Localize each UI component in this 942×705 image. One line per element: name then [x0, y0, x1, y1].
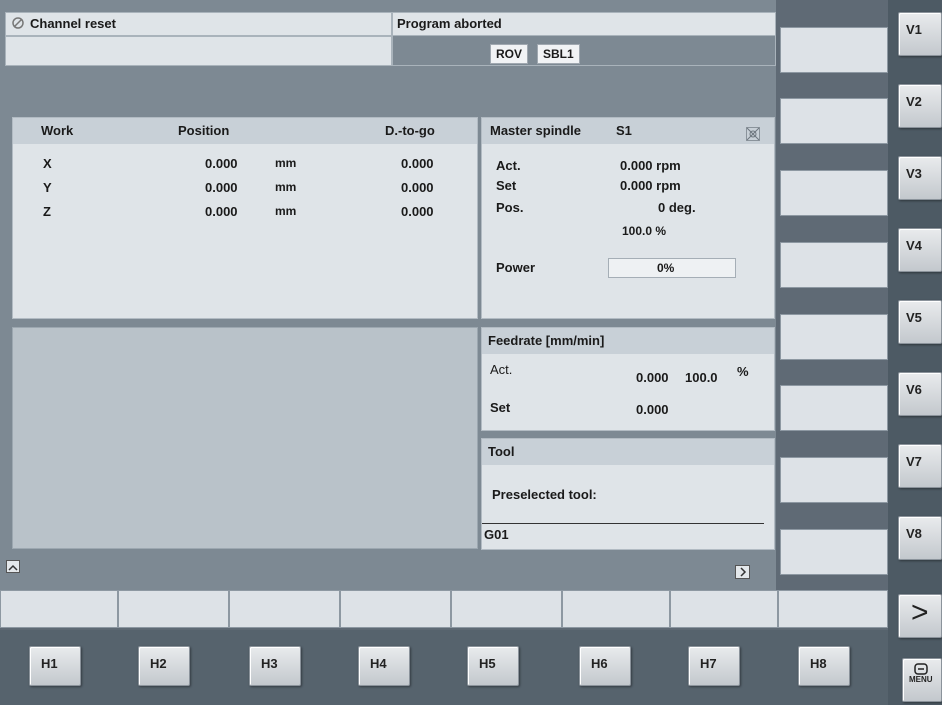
- v3-key[interactable]: V3: [898, 156, 942, 200]
- spindle-panel-header: Master spindle S1: [482, 118, 774, 144]
- h7-key[interactable]: H7: [688, 646, 740, 686]
- axis-position: 0.000: [205, 180, 238, 195]
- spindle-pos-label: Pos.: [496, 200, 524, 215]
- preselected-tool-label: Preselected tool:: [492, 487, 597, 502]
- next-key[interactable]: >: [898, 594, 942, 638]
- h1-key[interactable]: H1: [29, 646, 81, 686]
- horizontal-softkey-4[interactable]: [340, 590, 451, 628]
- v8-key[interactable]: V8: [898, 516, 942, 560]
- feed-set-label: Set: [490, 400, 511, 415]
- vertical-softkey-7[interactable]: [780, 457, 888, 503]
- spindle-title: Master spindle: [490, 123, 582, 138]
- axis-unit: mm: [275, 180, 297, 194]
- status-bar: Channel reset: [5, 12, 392, 36]
- h8-key[interactable]: H8: [798, 646, 850, 686]
- scroll-right-icon[interactable]: [735, 565, 750, 579]
- sbl1-chip: SBL1: [537, 44, 580, 64]
- h4-key[interactable]: H4: [358, 646, 410, 686]
- spindle-name: S1: [616, 123, 632, 138]
- horizontal-softkey-6[interactable]: [562, 590, 670, 628]
- menu-select-key[interactable]: MENU: [902, 658, 942, 702]
- axis-dtg: 0.000: [401, 204, 434, 219]
- axis-dtg: 0.000: [401, 180, 434, 195]
- v5-key[interactable]: V5: [898, 300, 942, 344]
- feed-set-value: 0.000: [636, 402, 669, 417]
- spindle-power-label: Power: [496, 260, 536, 275]
- program-status-lower: [392, 36, 776, 66]
- menu-label: MENU: [909, 675, 933, 684]
- horizontal-softkey-5[interactable]: [451, 590, 562, 628]
- feed-act-override: 100.0: [685, 370, 718, 385]
- v4-key[interactable]: V4: [898, 228, 942, 272]
- tool-header: Tool: [482, 439, 774, 465]
- axis-dtg: 0.000: [401, 156, 434, 171]
- axis-label: X: [43, 156, 52, 171]
- vertical-softkey-4[interactable]: [780, 242, 888, 288]
- feed-percent: %: [737, 364, 749, 379]
- h2-key[interactable]: H2: [138, 646, 190, 686]
- work-header: Work: [41, 123, 74, 138]
- horizontal-softkey-3[interactable]: [229, 590, 340, 628]
- reset-icon: [12, 17, 24, 29]
- feed-act-label: Act.: [490, 362, 513, 377]
- h6-key[interactable]: H6: [579, 646, 631, 686]
- tool-divider: [482, 523, 764, 524]
- tool-panel: Tool Preselected tool: G01: [481, 438, 775, 550]
- spindle-act-label: Act.: [496, 158, 521, 173]
- horizontal-softkey-1[interactable]: [0, 590, 118, 628]
- scroll-up-icon[interactable]: [6, 560, 20, 573]
- work-position-panel: Work Position D.-to-go X 0.000 mm 0.000 …: [12, 117, 478, 319]
- horizontal-softkey-2[interactable]: [118, 590, 229, 628]
- vertical-softkey-8[interactable]: [780, 529, 888, 575]
- tool-title: Tool: [488, 444, 515, 459]
- horizontal-softkey-7[interactable]: [670, 590, 778, 628]
- vertical-softkey-6[interactable]: [780, 385, 888, 431]
- vertical-softkey-1[interactable]: [780, 27, 888, 73]
- rov-chip: ROV: [490, 44, 529, 64]
- spindle-set-value: 0.000 rpm: [620, 178, 681, 193]
- dtg-header: D.-to-go: [385, 123, 435, 138]
- axis-position: 0.000: [205, 156, 238, 171]
- vertical-softkey-5[interactable]: [780, 314, 888, 360]
- feedrate-header: Feedrate [mm/min]: [482, 328, 774, 354]
- bottom-key-band: [0, 630, 888, 705]
- gcode-value: G01: [484, 527, 509, 542]
- spindle-state-icon: [746, 124, 760, 141]
- power-bar: 0%: [608, 258, 736, 278]
- spindle-pos-value: 0 deg.: [658, 200, 696, 215]
- feedrate-title: Feedrate [mm/min]: [488, 333, 605, 348]
- spindle-act-value: 0.000 rpm: [620, 158, 681, 173]
- v7-key[interactable]: V7: [898, 444, 942, 488]
- feed-act-value: 0.000: [636, 370, 669, 385]
- axis-label: Z: [43, 204, 51, 219]
- h3-key[interactable]: H3: [249, 646, 301, 686]
- axis-unit: mm: [275, 204, 297, 218]
- axis-label: Y: [43, 180, 52, 195]
- position-header: Position: [178, 123, 230, 138]
- graphic-display-area: [12, 327, 478, 549]
- power-value: 0%: [657, 261, 675, 275]
- channel-status: Channel reset: [30, 16, 116, 31]
- horizontal-softkey-8[interactable]: [778, 590, 888, 628]
- work-panel-header: Work Position D.-to-go: [13, 118, 477, 144]
- axis-unit: mm: [275, 156, 297, 170]
- feedrate-panel: Feedrate [mm/min] Act. 0.000 100.0 % Set…: [481, 327, 775, 431]
- v1-key[interactable]: V1: [898, 12, 942, 56]
- spindle-override: 100.0 %: [622, 224, 667, 238]
- program-status: Program aborted: [397, 16, 502, 31]
- spindle-panel: Master spindle S1 Act. 0.000 rpm Set 0.0…: [481, 117, 775, 319]
- axis-position: 0.000: [205, 204, 238, 219]
- vertical-softkey-2[interactable]: [780, 98, 888, 144]
- program-status-bar: Program aborted: [392, 12, 776, 36]
- v2-key[interactable]: V2: [898, 84, 942, 128]
- spindle-set-label: Set: [496, 178, 517, 193]
- menu-icon: [914, 663, 928, 675]
- vertical-softkey-3[interactable]: [780, 170, 888, 216]
- v6-key[interactable]: V6: [898, 372, 942, 416]
- h5-key[interactable]: H5: [467, 646, 519, 686]
- status-bar-lower: [5, 36, 392, 66]
